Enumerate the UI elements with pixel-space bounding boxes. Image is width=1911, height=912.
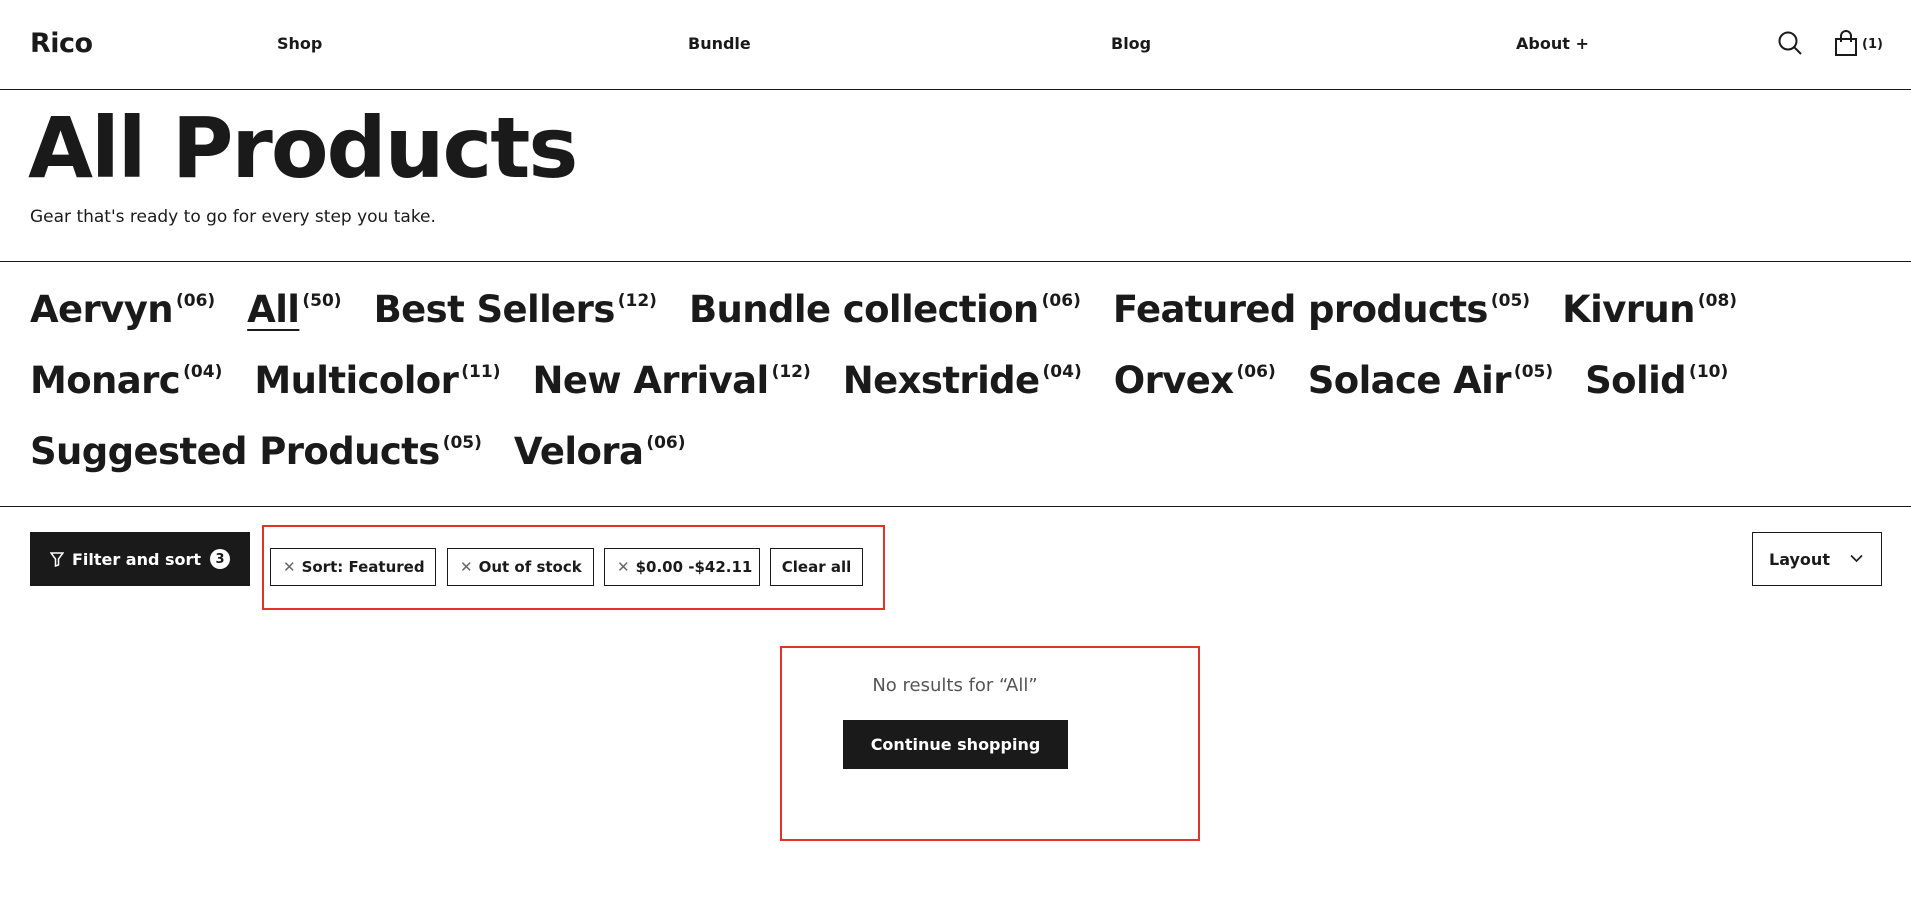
close-icon: ✕ [283,558,296,576]
collection-name: Best Sellers [373,288,616,331]
filter-count-badge: 3 [210,549,231,569]
collection-name: Solid [1585,359,1687,402]
collection-count: (12) [617,291,657,311]
collection-count: (06) [1041,291,1081,311]
collection-link-kivrun[interactable]: Kivrun (08) [1562,283,1737,336]
collection-link-solace-air[interactable]: Solace Air (05) [1308,354,1553,407]
collection-link-featured-products[interactable]: Featured products (05) [1113,283,1530,336]
filter-and-sort-button[interactable]: Filter and sort 3 [30,532,250,586]
collection-name: New Arrival [532,359,769,402]
chip-label: $0.00 -$42.11 [635,558,753,576]
collection-link-monarc[interactable]: Monarc (04) [30,354,222,407]
collection-name: Aervyn [30,288,174,331]
collection-name: Nexstride [842,359,1040,402]
chevron-down-icon [1850,554,1863,563]
nav-bundle[interactable]: Bundle [688,34,751,53]
filter-icon [49,551,64,567]
collection-name: All [247,288,300,331]
site-logo[interactable]: Rico [30,28,93,59]
collection-link-solid[interactable]: Solid (10) [1585,354,1728,407]
layout-label: Layout [1769,549,1830,569]
collection-name: Featured products [1112,288,1489,331]
collection-name: Kivrun [1562,288,1695,331]
collection-count: (06) [1236,362,1276,382]
collection-count: (05) [1490,291,1531,311]
collection-list: Aervyn (06) All (50) Best Sellers (12) Bundle … [30,283,1890,478]
collection-name: Velora [513,430,644,473]
collection-count: (05) [442,433,482,453]
collection-count: (04) [183,362,223,382]
collection-name: Monarc [30,359,181,402]
site-header: Rico Shop Bundle Blog About + (1) [0,0,1911,90]
page-title: All Products [28,99,578,197]
search-icon[interactable] [1777,30,1803,60]
nav-shop[interactable]: Shop [277,34,322,53]
layout-dropdown[interactable]: Layout [1752,532,1882,586]
collection-count: (10) [1689,362,1729,382]
remove-price-filter-chip[interactable]: ✕ $0.00 -$42.11 [604,548,760,586]
collection-link-orvex[interactable]: Orvex (06) [1114,354,1276,407]
clear-all-filters-button[interactable]: Clear all [770,548,863,586]
cart-count: (1) [1862,37,1883,52]
remove-stock-filter-chip[interactable]: ✕ Out of stock [447,548,594,586]
cart-icon[interactable] [1834,30,1858,61]
chip-label: Out of stock [478,558,582,576]
collection-count: (11) [461,362,501,382]
collection-count: (04) [1042,362,1082,382]
page-subtitle: Gear that's ready to go for every step y… [30,207,436,227]
collection-name: Orvex [1113,359,1234,402]
collection-link-suggested-products[interactable]: Suggested Products (05) [30,425,482,478]
collection-name: Multicolor [254,359,459,402]
collection-link-bundle-collection[interactable]: Bundle collection (06) [689,283,1081,336]
continue-shopping-button[interactable]: Continue shopping [843,720,1068,769]
close-icon: ✕ [460,558,473,576]
collection-count: (06) [175,291,216,311]
chip-label: Sort: Featured [301,558,425,576]
collection-link-multicolor[interactable]: Multicolor (11) [254,354,500,407]
collection-count: (50) [302,291,342,311]
collection-link-velora[interactable]: Velora (06) [514,425,686,478]
collection-name: Suggested Products [30,430,440,473]
collection-count: (05) [1513,362,1554,382]
collection-count: (12) [771,362,811,382]
collection-count: (08) [1697,291,1738,311]
remove-sort-filter-chip[interactable]: ✕ Sort: Featured [270,548,436,586]
collection-count: (06) [646,433,686,453]
collection-link-aervyn[interactable]: Aervyn (06) [30,283,215,336]
collection-link-new-arrival[interactable]: New Arrival (12) [532,354,810,407]
collection-name: Bundle collection [688,288,1039,331]
collection-name: Solace Air [1307,359,1512,402]
divider [0,261,1911,262]
close-icon: ✕ [617,558,630,576]
collection-link-nexstride[interactable]: Nexstride (04) [843,354,1082,407]
divider [0,506,1911,507]
nav-blog[interactable]: Blog [1111,34,1151,53]
nav-about[interactable]: About + [1516,34,1589,53]
collection-link-best-sellers[interactable]: Best Sellers (12) [374,283,657,336]
no-results-message: No results for “All” [872,675,1038,696]
filter-button-label: Filter and sort [71,549,202,569]
collection-link-all[interactable]: All (50) [247,283,341,336]
